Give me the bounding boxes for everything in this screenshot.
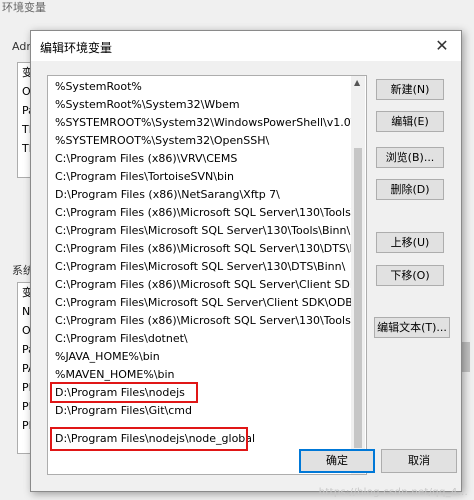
new-button[interactable]: 新建(N): [376, 79, 444, 100]
list-item[interactable]: C:\Program Files (x86)\VRV\CEMS: [48, 150, 355, 167]
list-item[interactable]: %SystemRoot%\System32\Wbem: [48, 96, 355, 113]
list-item[interactable]: C:\Program Files (x86)\Microsoft SQL Ser…: [48, 240, 355, 257]
list-item[interactable]: %JAVA_HOME%\bin: [48, 348, 355, 365]
dialog-title: 编辑环境变量: [40, 41, 113, 55]
system-list-scrollbar-thumb[interactable]: [461, 342, 470, 372]
list-item[interactable]: C:\Program Files\Microsoft SQL Server\Cl…: [48, 294, 355, 311]
delete-button[interactable]: 删除(D): [376, 179, 444, 200]
list-item[interactable]: C:\Program Files\Microsoft SQL Server\13…: [48, 222, 355, 239]
list-item[interactable]: D:\Program Files\Git\cmd: [48, 402, 355, 419]
list-item[interactable]: C:\Program Files (x86)\Microsoft SQL Ser…: [48, 312, 355, 329]
list-item[interactable]: C:\Program Files\dotnet\: [48, 330, 355, 347]
list-item[interactable]: C:\Program Files (x86)\Microsoft SQL Ser…: [48, 276, 355, 293]
scrollbar-thumb[interactable]: [354, 148, 362, 448]
path-list[interactable]: %SystemRoot% %SystemRoot%\System32\Wbem …: [47, 75, 367, 475]
move-up-button[interactable]: 上移(U): [376, 232, 444, 253]
watermark: https://blog.csdn.net/qq_4...: [318, 487, 468, 498]
list-item[interactable]: C:\Program Files\TortoiseSVN\bin: [48, 168, 355, 185]
background-window-title: 环境变量: [2, 1, 46, 14]
ok-button[interactable]: 确定: [299, 449, 375, 473]
move-down-button[interactable]: 下移(O): [376, 265, 444, 286]
list-item[interactable]: C:\Program Files\Microsoft SQL Server\13…: [48, 258, 355, 275]
list-item[interactable]: C:\Program Files (x86)\Microsoft SQL Ser…: [48, 204, 355, 221]
edit-button[interactable]: 编辑(E): [376, 111, 444, 132]
list-item[interactable]: %SYSTEMROOT%\System32\OpenSSH\: [48, 132, 355, 149]
list-item[interactable]: %SystemRoot%: [48, 78, 355, 95]
scroll-up-icon[interactable]: ▲: [354, 78, 360, 87]
path-list-scrollbar[interactable]: ▲ ▼: [351, 76, 365, 474]
list-item[interactable]: %SYSTEMROOT%\System32\WindowsPowerShell\…: [48, 114, 355, 131]
dialog-titlebar[interactable]: 编辑环境变量 ✕: [31, 31, 461, 61]
cancel-button[interactable]: 取消: [381, 449, 457, 473]
list-item[interactable]: %MAVEN_HOME%\bin: [48, 366, 355, 383]
list-item[interactable]: D:\Program Files (x86)\NetSarang\Xftp 7\: [48, 186, 355, 203]
edit-text-button[interactable]: 编辑文本(T)...: [374, 317, 450, 338]
edit-environment-variable-dialog: 编辑环境变量 ✕ %SystemRoot% %SystemRoot%\Syste…: [30, 30, 462, 492]
highlight-box-nodejs: [50, 382, 198, 403]
close-icon[interactable]: ✕: [431, 35, 453, 57]
highlight-box-node-global: [50, 427, 248, 451]
browse-button[interactable]: 浏览(B)...: [376, 147, 444, 168]
